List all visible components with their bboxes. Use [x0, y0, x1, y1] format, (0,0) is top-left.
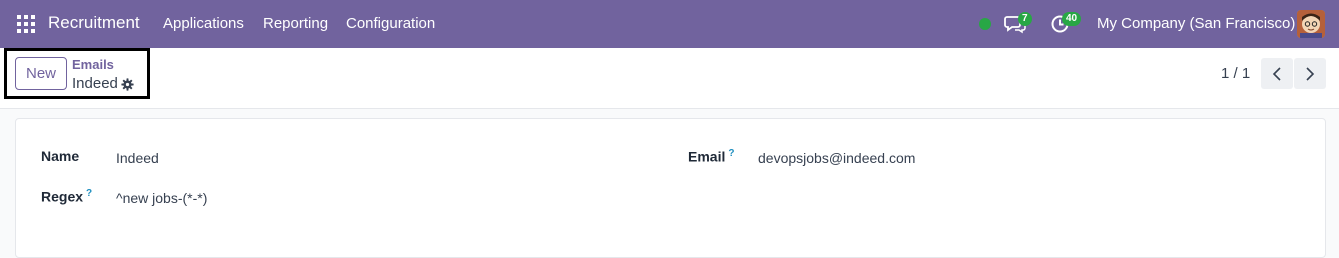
name-label: Name: [41, 148, 80, 164]
online-status-dot: [979, 18, 991, 30]
breadcrumb-current: Indeed: [72, 75, 118, 92]
regex-field[interactable]: ^new jobs-(*-*): [116, 190, 207, 206]
regex-label-text: Regex: [41, 188, 84, 205]
chevron-right-icon: [1306, 66, 1315, 81]
user-avatar[interactable]: [1297, 10, 1325, 38]
email-label-text: Email: [688, 148, 726, 165]
pager-previous-button[interactable]: [1261, 58, 1293, 89]
pager-next-button[interactable]: [1294, 58, 1326, 89]
chevron-left-icon: [1272, 66, 1281, 81]
apps-grid-icon[interactable]: [17, 15, 35, 33]
new-button[interactable]: New: [15, 57, 67, 90]
form-sheet: Name Indeed Regex? ^new jobs-(*-*) Email…: [15, 118, 1326, 258]
regex-label: Regex?: [41, 188, 92, 205]
name-field[interactable]: Indeed: [116, 150, 159, 166]
menu-configuration[interactable]: Configuration: [346, 15, 435, 32]
breadcrumb-emails[interactable]: Emails: [72, 57, 114, 72]
app-brand[interactable]: Recruitment: [48, 13, 140, 33]
gear-icon[interactable]: [121, 78, 134, 91]
pager-value[interactable]: 1 / 1: [1221, 65, 1250, 82]
email-help-tooltip[interactable]: ?: [728, 148, 734, 159]
company-switcher[interactable]: My Company (San Francisco): [1097, 15, 1295, 32]
activities-count-badge: 40: [1062, 12, 1082, 26]
avatar-face-icon: [1297, 10, 1325, 38]
menu-applications[interactable]: Applications: [163, 15, 244, 32]
messages-count-badge: 7: [1018, 12, 1032, 26]
email-label: Email?: [688, 148, 734, 165]
menu-reporting[interactable]: Reporting: [263, 15, 328, 32]
top-navbar: Recruitment Applications Reporting Confi…: [0, 0, 1339, 48]
regex-help-tooltip[interactable]: ?: [86, 188, 92, 199]
email-field[interactable]: devopsjobs@indeed.com: [758, 150, 915, 166]
control-panel: New Emails Indeed 1 / 1: [0, 48, 1339, 109]
